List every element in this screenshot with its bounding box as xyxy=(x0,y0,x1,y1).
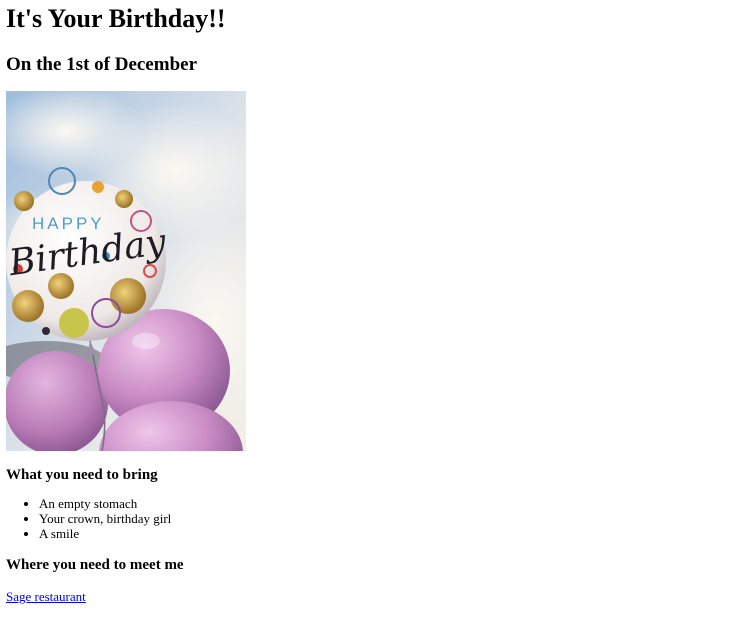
page-subtitle: On the 1st of December xyxy=(6,54,198,75)
list-item: An empty stomach xyxy=(39,496,743,511)
page-content: It's Your Birthday!! On the 1st of Decem… xyxy=(0,0,749,604)
restaurant-link[interactable]: Sage restaurant xyxy=(6,589,86,604)
bring-section-title: What you need to bring xyxy=(6,467,158,483)
birthday-balloons-image: HAPPY Birthday xyxy=(6,91,246,451)
balloon-happy-text: HAPPY xyxy=(32,214,105,233)
meet-section-title: Where you need to meet me xyxy=(6,557,184,573)
page-title: It's Your Birthday!! xyxy=(6,4,226,33)
list-item: A smile xyxy=(39,526,743,541)
list-item: Your crown, birthday girl xyxy=(39,511,743,526)
meet-paragraph: Sage restaurant xyxy=(6,589,743,604)
bring-list: An empty stomach Your crown, birthday gi… xyxy=(6,496,743,541)
